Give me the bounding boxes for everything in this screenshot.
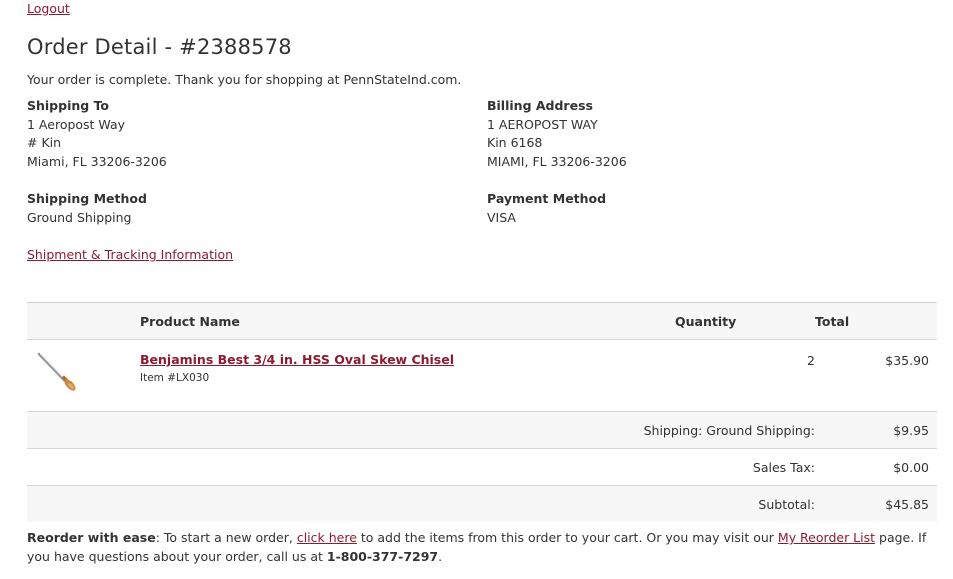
quantity-value: 2: [807, 353, 815, 368]
line-total-value: $35.90: [885, 353, 929, 368]
product-image-cell: [27, 339, 140, 412]
payment-method-block: Payment Method VISA: [487, 190, 606, 227]
phone-number: 1-800-377-7297: [326, 548, 439, 564]
shipping-to-label: Shipping To: [27, 98, 110, 113]
product-name-cell: Benjamins Best 3/4 in. HSS Oval Skew Chi…: [140, 339, 675, 412]
product-name-header: Product Name: [140, 302, 675, 340]
tracking-info-link[interactable]: Shipment & Tracking Information: [27, 247, 233, 262]
shipping-summary-label: Shipping: Ground Shipping:: [27, 411, 815, 449]
billing-address-line1: 1 AEROPOST WAY: [487, 116, 598, 132]
chisel-icon[interactable]: [35, 350, 79, 394]
footer-text-1: : To start a new order,: [155, 530, 297, 545]
logout-link[interactable]: Logout: [27, 1, 70, 16]
shipping-method-label: Shipping Method: [27, 191, 147, 206]
product-link[interactable]: Benjamins Best 3/4 in. HSS Oval Skew Chi…: [140, 352, 454, 367]
reorder-list-link[interactable]: My Reorder List: [778, 530, 875, 545]
billing-address-line2: Kin 6168: [487, 135, 543, 150]
table-header-row: Product Name Quantity Total: [27, 302, 937, 340]
total-header: Total: [815, 302, 937, 340]
subtotal-summary-row: Subtotal: $45.85: [27, 485, 937, 522]
payment-method-value: VISA: [487, 209, 516, 225]
table-row: Benjamins Best 3/4 in. HSS Oval Skew Chi…: [27, 339, 937, 412]
shipping-summary-row: Shipping: Ground Shipping: $9.95: [27, 411, 937, 449]
quantity-cell: 2: [675, 339, 815, 412]
click-here-link[interactable]: click here: [297, 530, 357, 545]
page-title: Order Detail - #2388578: [27, 35, 292, 59]
shipping-address-line2: # Kin: [27, 135, 62, 150]
reorder-footer: Reorder with ease: To start a new order,…: [27, 529, 927, 566]
footer-text-4: .: [438, 548, 443, 564]
shipping-to-block: Shipping To 1 Aeropost Way # Kin Miami, …: [27, 97, 167, 171]
subtotal-summary-label: Subtotal:: [758, 496, 815, 512]
image-column-header: [27, 302, 140, 340]
payment-method-label: Payment Method: [487, 191, 607, 206]
billing-address-line3: MIAMI, FL 33206-3206: [487, 153, 627, 169]
total-header-label: Total: [815, 313, 850, 329]
billing-address-label: Billing Address: [487, 98, 593, 113]
order-items-table: Product Name Quantity Total Benjamins Be…: [27, 302, 937, 522]
product-item-number: Item #LX030: [140, 372, 210, 384]
tax-summary-label: Sales Tax:: [27, 448, 815, 486]
quantity-header: Quantity: [675, 302, 815, 340]
footer-text-2: to add the items from this order to your…: [356, 530, 778, 545]
shipping-address-line1: 1 Aeropost Way: [27, 116, 126, 132]
shipping-summary-value: $9.95: [815, 411, 937, 449]
tax-summary-row: Sales Tax: $0.00: [27, 448, 937, 486]
billing-address-block: Billing Address 1 AEROPOST WAY Kin 6168 …: [487, 97, 627, 171]
reorder-heading: Reorder with ease: [27, 530, 156, 545]
order-complete-message: Your order is complete. Thank you for sh…: [27, 72, 462, 87]
shipping-address-line3: Miami, FL 33206-3206: [27, 153, 167, 169]
shipping-method-value: Ground Shipping: [27, 209, 132, 225]
quantity-header-label: Quantity: [675, 313, 737, 329]
shipping-method-block: Shipping Method Ground Shipping: [27, 190, 147, 227]
line-total-cell: $35.90: [815, 339, 937, 412]
tax-summary-value: $0.00: [815, 448, 937, 486]
subtotal-summary-value: $45.85: [885, 496, 929, 512]
